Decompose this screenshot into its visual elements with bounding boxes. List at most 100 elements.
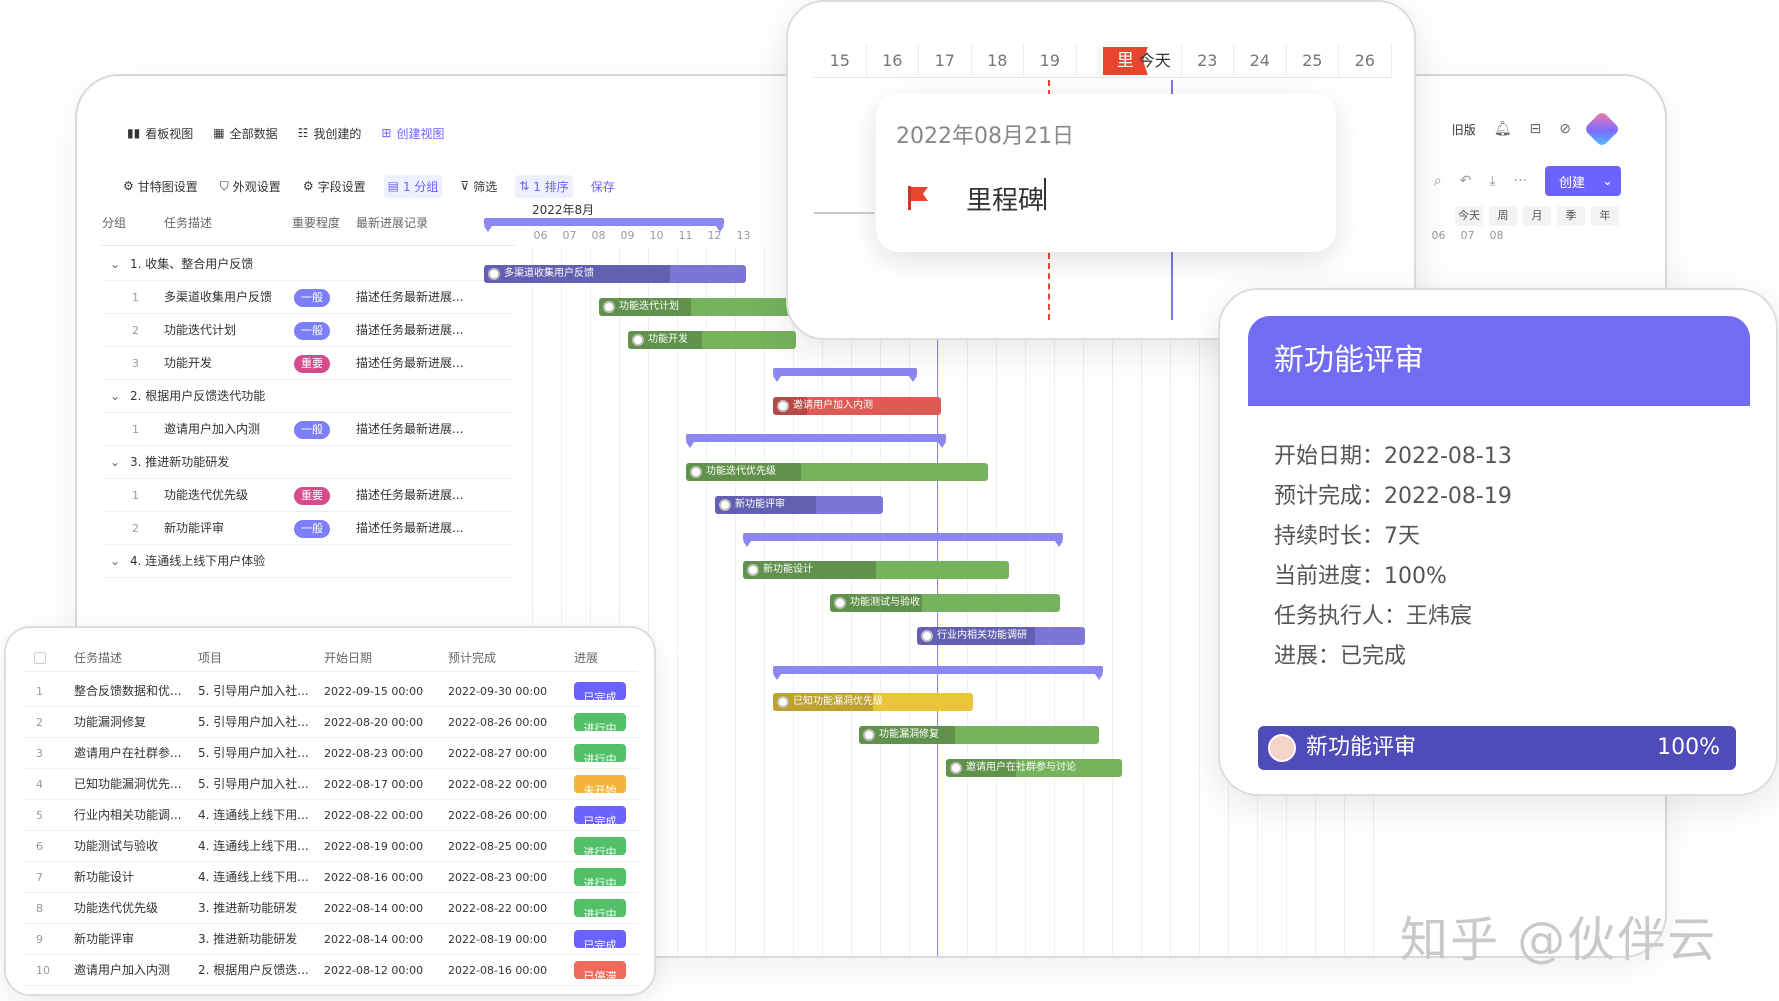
task-row[interactable]: 3 功能开发 重要 描述任务最新进展... xyxy=(102,347,514,380)
row-number: 1 xyxy=(132,423,139,436)
chevron-down-icon[interactable]: ⌄ xyxy=(110,380,120,413)
gantt-task-bar[interactable]: 行业内相关功能调研 xyxy=(917,627,1085,645)
gantt-day: 07 xyxy=(562,229,577,242)
table-row[interactable]: 3 邀请用户在社群参... 5. 引导用户加入社... 2022-08-23 00:0… xyxy=(24,738,638,769)
gantt-settings-button[interactable]: ⚙ 甘特图设置 xyxy=(119,175,202,198)
task-row[interactable]: 1 邀请用户加入内测 一般 描述任务最新进展... xyxy=(102,413,514,446)
group-summary-bar[interactable] xyxy=(743,533,1063,547)
gantt-task-bar[interactable]: 功能迭代优先级 xyxy=(686,463,988,481)
scale-quarter[interactable]: 季 xyxy=(1557,206,1585,226)
sort-button[interactable]: ⇅ 1 排序 xyxy=(515,174,573,198)
bar-label: 新功能设计 xyxy=(763,564,813,575)
milestone-day: 16 xyxy=(867,44,919,78)
group-summary-bar[interactable] xyxy=(773,666,1103,680)
group-row[interactable]: ⌄ 4. 连通线上线下用户体验 xyxy=(102,545,514,578)
gantt-task-bar[interactable]: 新功能设计 xyxy=(743,561,1009,579)
gantt-task-bar[interactable]: 新功能评审 xyxy=(715,496,883,514)
grid-line xyxy=(1170,246,1171,956)
col-group[interactable]: 分组 xyxy=(102,200,126,246)
group-summary-bar[interactable] xyxy=(773,368,917,382)
detail-progress: 当前进度：100% xyxy=(1274,564,1447,589)
table-row[interactable]: 6 功能测试与验收 4. 连通线上线下用... 2022-08-19 00:00 202… xyxy=(24,831,638,862)
bar-label: 新功能评审 xyxy=(735,499,785,510)
th-project[interactable]: 项目 xyxy=(198,644,222,672)
scale-year[interactable]: 年 xyxy=(1591,206,1619,226)
view-tab-kanban[interactable]: ▮▮ 看板视图 xyxy=(127,125,193,142)
task-row[interactable]: 1 功能迭代优先级 重要 描述任务最新进展... xyxy=(102,479,514,512)
milestone-popup[interactable]: 2022年08月21日 里程碑 xyxy=(876,94,1336,252)
gantt-day: 11 xyxy=(678,229,693,242)
col-task[interactable]: 任务描述 xyxy=(164,200,212,246)
task-table-header: 任务描述 项目 开始日期 预计完成 进展 xyxy=(24,644,638,672)
detail-progress-bar[interactable]: 新功能评审 100% xyxy=(1258,726,1736,770)
more-icon[interactable]: ··· xyxy=(1514,173,1527,189)
cell-task: 行业内相关功能调... xyxy=(74,808,182,822)
table-row[interactable]: 7 新功能设计 4. 连通线上线下用... 2022-08-16 00:00 2022-… xyxy=(24,862,638,893)
th-status[interactable]: 进展 xyxy=(574,644,598,672)
avatar xyxy=(1268,734,1296,762)
undo-icon[interactable]: ↶ xyxy=(1460,173,1472,189)
milestone-name-input[interactable]: 里程碑 xyxy=(966,180,1044,217)
view-tab-all[interactable]: ▦ 全部数据 xyxy=(213,125,277,142)
chevron-down-icon[interactable]: ⌄ xyxy=(1602,174,1613,189)
old-version-link[interactable]: 旧版 xyxy=(1452,121,1476,138)
group-row[interactable]: ⌄ 1. 收集、整合用户反馈 xyxy=(102,248,514,281)
table-row[interactable]: 9 新功能评审 3. 推进新功能研发 2022-08-14 00:00 2022-08-… xyxy=(24,924,638,955)
create-view-button[interactable]: ⊞ 创建视图 xyxy=(381,125,444,142)
view-tab-mine[interactable]: ☷ 我创建的 xyxy=(298,125,362,142)
group-row[interactable]: ⌄ 2. 根据用户反馈迭代功能 xyxy=(102,380,514,413)
cell-project: 5. 引导用户加入社... xyxy=(198,777,309,791)
right-tools: ⌕ ↶ ⤓ ··· 创建 ⌄ xyxy=(1434,166,1621,196)
filter-button[interactable]: ⊽ 筛选 xyxy=(456,175,501,198)
cell-end: 2022-08-23 00:00 xyxy=(448,871,548,884)
gantt-task-bar[interactable]: 功能测试与验收 xyxy=(830,594,1060,612)
field-settings-button[interactable]: ⚙ 字段设置 xyxy=(299,175,370,198)
select-all-checkbox[interactable] xyxy=(34,652,46,664)
group-summary-bar[interactable] xyxy=(686,434,946,448)
bell-icon[interactable]: 🔔︎ xyxy=(1494,121,1512,137)
table-row[interactable]: 4 已知功能漏洞优先... 5. 引导用户加入社... 2022-08-17 00:0… xyxy=(24,769,638,800)
status-badge: 已完成 xyxy=(574,806,626,828)
chevron-down-icon[interactable]: ⌄ xyxy=(110,446,120,479)
gantt-task-bar[interactable]: 多渠道收集用户反馈 xyxy=(484,265,746,283)
th-end[interactable]: 预计完成 xyxy=(448,644,496,672)
gantt-task-bar[interactable]: 邀请用户在社群参与讨论 xyxy=(946,759,1122,777)
table-row[interactable]: 2 功能漏洞修复 5. 引导用户加入社... 2022-08-20 00:00 2022… xyxy=(24,707,638,738)
cell-task: 已知功能漏洞优先... xyxy=(74,777,182,791)
th-task[interactable]: 任务描述 xyxy=(74,644,122,672)
create-button[interactable]: 创建 ⌄ xyxy=(1545,166,1621,196)
task-row[interactable]: 2 功能迭代计划 一般 描述任务最新进展... xyxy=(102,314,514,347)
scale-month[interactable]: 月 xyxy=(1523,206,1551,226)
gantt-day: 06 xyxy=(1431,229,1446,242)
table-row[interactable]: 1 整合反馈数据和优... 5. 引导用户加入社... 2022-09-15 00:0… xyxy=(24,676,638,707)
task-row[interactable]: 2 新功能评审 一般 描述任务最新进展... xyxy=(102,512,514,545)
scale-week[interactable]: 周 xyxy=(1489,206,1517,226)
col-progress-note[interactable]: 最新进展记录 xyxy=(356,200,428,246)
table-row[interactable]: 5 行业内相关功能调... 4. 连通线上线下用... 2022-08-22 00:0… xyxy=(24,800,638,831)
group-row[interactable]: ⌄ 3. 推进新功能研发 xyxy=(102,446,514,479)
view-toolbar: ▮▮ 看板视图 ▦ 全部数据 ☷ 我创建的 ⊞ 创建视图 xyxy=(127,118,444,148)
chevron-down-icon[interactable]: ⌄ xyxy=(110,248,120,281)
gantt-task-bar[interactable]: 功能漏洞修复 xyxy=(859,726,1099,744)
compass-icon[interactable]: ⊘ xyxy=(1559,121,1571,137)
gantt-task-bar[interactable]: 已知功能漏洞优先级 xyxy=(773,693,973,711)
save-button[interactable]: 保存 xyxy=(587,175,619,198)
group-button[interactable]: ▤ 1 分组 xyxy=(383,174,443,198)
search-icon[interactable]: ⌕ xyxy=(1434,173,1442,189)
th-start[interactable]: 开始日期 xyxy=(324,644,372,672)
scale-today[interactable]: 今天 xyxy=(1455,206,1483,226)
download-icon[interactable]: ⤓ xyxy=(1489,173,1495,189)
gantt-task-bar[interactable]: 功能开发 xyxy=(628,331,796,349)
col-importance[interactable]: 重要程度 xyxy=(292,200,340,246)
task-row[interactable]: 1 多渠道收集用户反馈 一般 描述任务最新进展... xyxy=(102,281,514,314)
importance-tag: 一般 xyxy=(294,289,330,307)
table-row[interactable]: 10 邀请用户加入内测 2. 根据用户反馈迭... 2022-08-12 00:00 2… xyxy=(24,955,638,986)
appearance-button[interactable]: ⛉ 外观设置 xyxy=(216,175,285,198)
cell-project: 3. 推进新功能研发 xyxy=(198,901,298,915)
group-summary-bar[interactable] xyxy=(484,218,724,232)
chevron-down-icon[interactable]: ⌄ xyxy=(110,545,120,578)
table-row[interactable]: 8 功能迭代优先级 3. 推进新功能研发 2022-08-14 00:00 2022-0… xyxy=(24,893,638,924)
importance-tag: 重要 xyxy=(294,355,330,373)
gantt-task-bar[interactable]: 邀请用户加入内测 xyxy=(773,397,941,415)
inbox-icon[interactable]: ⊟ xyxy=(1530,121,1542,137)
